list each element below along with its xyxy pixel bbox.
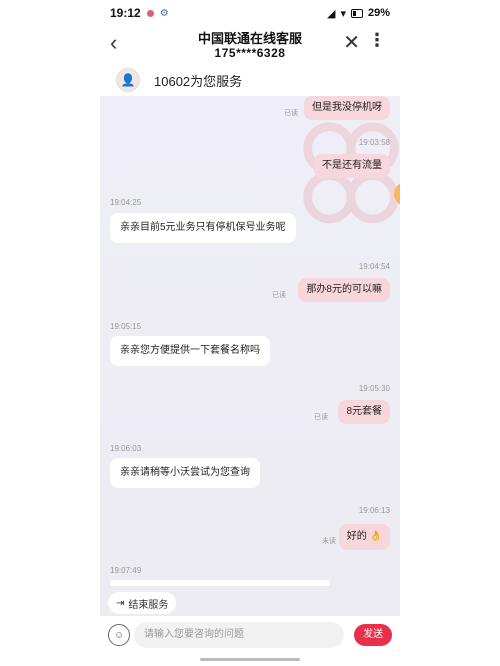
settings-icon: ⚙ bbox=[159, 7, 169, 19]
end-service-icon: ⇥ bbox=[116, 597, 125, 609]
read-status: 已读 bbox=[314, 414, 328, 421]
end-service-label: 结束服务 bbox=[128, 599, 169, 611]
status-bar: 19:12 ⚙ ◢ ▾ 29% bbox=[100, 0, 400, 26]
notification-dot-icon bbox=[146, 9, 154, 17]
read-status: 已读 bbox=[272, 292, 286, 299]
chat-area[interactable]: 已读 但是我没停机呀 19:03:58 不是还有流量 19:04:25 亲亲目前… bbox=[100, 96, 400, 616]
message-bubble-right: 但是我没停机呀 bbox=[304, 96, 390, 120]
message-bubble-right: 8元套餐 bbox=[338, 400, 390, 424]
message-bubble-right: 好的 👌 bbox=[338, 524, 390, 550]
battery-icon bbox=[350, 8, 363, 18]
message-text: 好的 bbox=[346, 531, 367, 542]
unicom-logo-watermark-icon bbox=[303, 122, 399, 224]
read-status: 已读 bbox=[284, 110, 298, 117]
chat-header: ‹ 中国联通在线客服 175****6328 ✕ ⋮ bbox=[100, 26, 400, 64]
home-indicator[interactable] bbox=[200, 658, 300, 661]
message-time: 19:03:58 bbox=[358, 138, 390, 147]
message-time: 19:05:30 bbox=[358, 384, 390, 393]
avatar: 👤 bbox=[116, 68, 140, 92]
message-bubble-right: 不是还有流量 bbox=[314, 154, 390, 178]
input-bar: ☺ 请输入您要咨询的问题 发送 bbox=[100, 616, 400, 656]
message-bubble-left bbox=[110, 580, 330, 586]
message-time: 19:04:25 bbox=[110, 198, 142, 207]
agent-name: 10602为您服务 bbox=[154, 73, 243, 89]
message-time: 19:06:03 bbox=[110, 444, 142, 453]
message-time: 19:07:49 bbox=[110, 566, 142, 575]
wifi-icon: ▾ bbox=[340, 7, 346, 20]
emoji-icon[interactable]: ☺ bbox=[108, 624, 130, 646]
message-bubble-left: 亲亲请稍等小沃尝试为您查询 bbox=[110, 458, 260, 488]
emoji-icon: 👌 bbox=[366, 531, 382, 542]
end-service-button[interactable]: ⇥ 结束服务 bbox=[108, 592, 177, 614]
message-time: 19:04:54 bbox=[358, 262, 390, 271]
signal-icon: ◢ bbox=[326, 7, 336, 20]
read-status: 未读 bbox=[322, 538, 336, 545]
agent-bar: 👤 10602为您服务 bbox=[100, 64, 400, 96]
message-bubble-right: 那办8元的可以嘛 bbox=[298, 278, 390, 302]
send-button[interactable]: 发送 bbox=[354, 624, 392, 646]
message-bubble-left: 亲亲您方便提供一下套餐名称吗 bbox=[110, 336, 270, 366]
message-time: 19:05:15 bbox=[110, 322, 142, 331]
battery-percent: 29% bbox=[367, 7, 390, 19]
more-icon[interactable]: ⋮ bbox=[368, 30, 386, 51]
status-time: 19:12 bbox=[110, 6, 141, 20]
message-input[interactable]: 请输入您要咨询的问题 bbox=[134, 622, 344, 648]
message-time: 19:06:13 bbox=[358, 506, 390, 515]
phone-screen: 19:12 ⚙ ◢ ▾ 29% ‹ 中国联通在线客服 175****6328 ✕… bbox=[100, 0, 400, 666]
message-bubble-left: 亲亲目前5元业务只有停机保号业务呢 bbox=[110, 213, 296, 243]
close-icon[interactable]: ✕ bbox=[343, 30, 360, 55]
